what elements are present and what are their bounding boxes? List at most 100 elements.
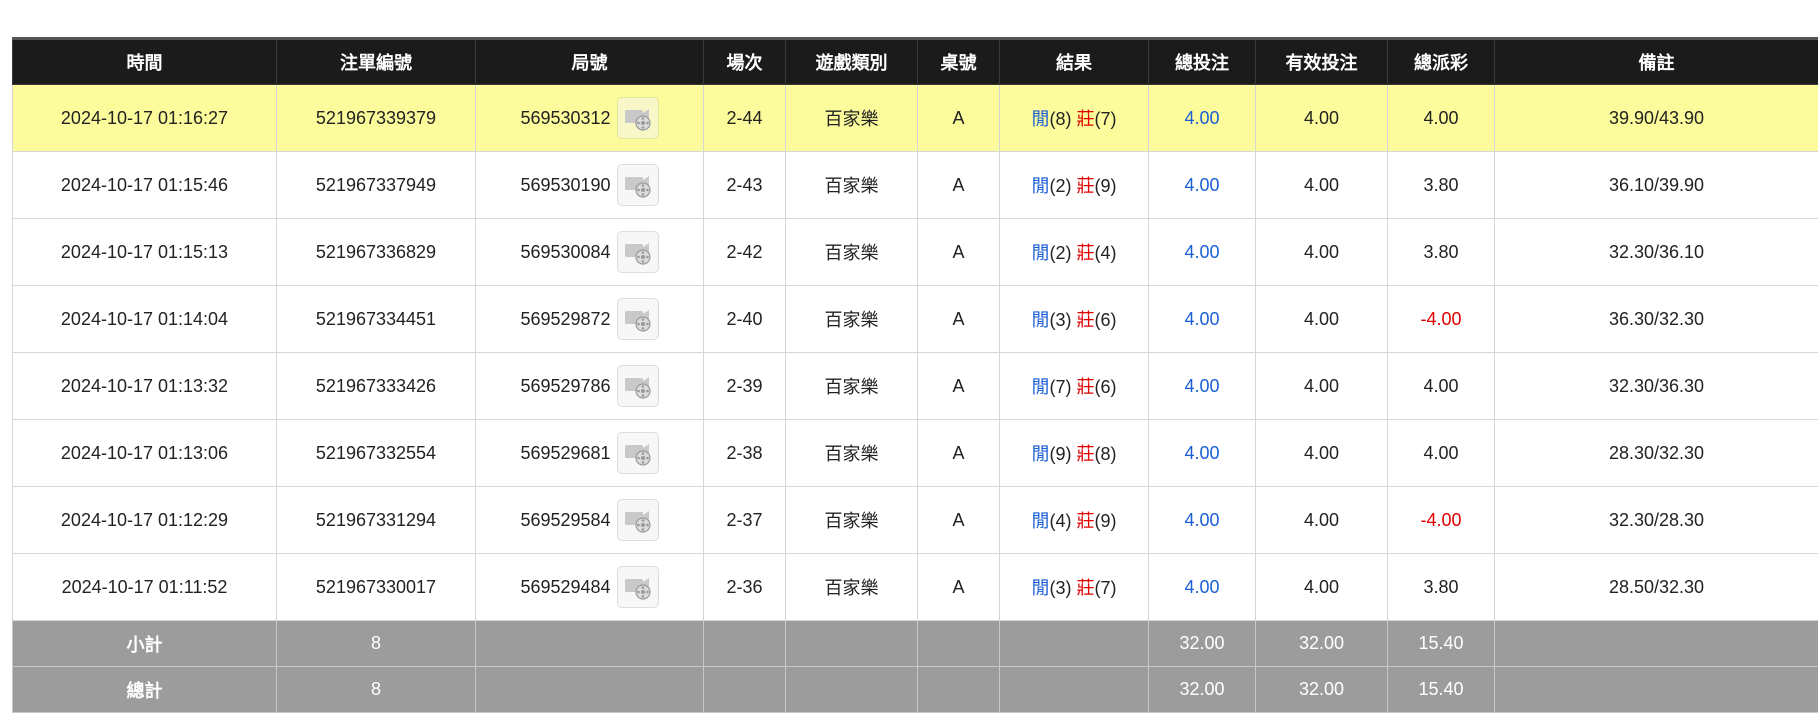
table-no: A (917, 553, 1000, 621)
subtotal-empty (999, 620, 1149, 667)
round-cell: 569529872 (475, 285, 704, 353)
game-type: 百家樂 (785, 218, 918, 286)
result-player-label: 閒 (1031, 377, 1050, 397)
replay-video-icon[interactable] (616, 164, 659, 206)
result-cell: 閒(9) 莊(8) (999, 419, 1149, 487)
table-row: 2024-10-17 01:15:13 521967336829 5695300… (12, 218, 1818, 286)
col-header-order-id: 注單編號 (276, 37, 476, 85)
result-cell: 閒(7) 莊(6) (999, 352, 1149, 420)
result-cell: 閒(3) 莊(7) (999, 553, 1149, 621)
grand-total-count: 8 (276, 666, 476, 713)
result-player-label: 閒 (1031, 243, 1050, 263)
bet-time: 2024-10-17 01:16:27 (12, 84, 277, 152)
result-cell: 閒(4) 莊(9) (999, 486, 1149, 554)
subtotal-label: 小計 (12, 620, 277, 667)
order-id: 521967334451 (276, 285, 476, 353)
result-banker-label: 莊 (1076, 109, 1095, 129)
table-row: 2024-10-17 01:13:06 521967332554 5695296… (12, 419, 1818, 487)
col-header-game-type: 遊戲類別 (785, 37, 918, 85)
result-player-score: (2) (1049, 176, 1072, 196)
result-player-label: 閒 (1031, 176, 1050, 196)
col-header-result: 結果 (999, 37, 1149, 85)
result-player-score: (8) (1049, 109, 1072, 129)
valid-bet: 4.00 (1255, 486, 1388, 554)
result-player-label: 閒 (1031, 109, 1050, 129)
total-bet: 4.00 (1148, 218, 1256, 286)
replay-video-icon[interactable] (616, 566, 659, 608)
round-cell: 569529584 (475, 486, 704, 554)
total-bet: 4.00 (1148, 151, 1256, 219)
bet-time: 2024-10-17 01:15:46 (12, 151, 277, 219)
note: 36.30/32.30 (1494, 285, 1818, 353)
result-banker-score: (8) (1094, 444, 1117, 464)
order-id: 521967333426 (276, 352, 476, 420)
table-row: 2024-10-17 01:12:29 521967331294 5695295… (12, 486, 1818, 554)
total-payout: 3.80 (1387, 218, 1495, 286)
replay-video-icon[interactable] (616, 365, 659, 407)
order-id: 521967330017 (276, 553, 476, 621)
total-bet: 4.00 (1148, 553, 1256, 621)
round-id: 569529872 (520, 308, 611, 329)
subtotal-count: 8 (276, 620, 476, 667)
subtotal-empty (1494, 620, 1818, 667)
result-player-score: (2) (1049, 243, 1072, 263)
col-header-valid-bet: 有效投注 (1255, 37, 1388, 85)
result-banker-score: (9) (1094, 511, 1117, 531)
note: 28.30/32.30 (1494, 419, 1818, 487)
note: 32.30/36.30 (1494, 352, 1818, 420)
result-player-score: (7) (1049, 377, 1072, 397)
subtotal-empty (785, 620, 918, 667)
round-cell: 569529786 (475, 352, 704, 420)
total-payout: -4.00 (1387, 486, 1495, 554)
total-payout: -4.00 (1387, 285, 1495, 353)
total-payout: 4.00 (1387, 419, 1495, 487)
session-no: 2-39 (703, 352, 786, 420)
replay-video-icon[interactable] (616, 97, 659, 139)
game-type: 百家樂 (785, 84, 918, 152)
round-id: 569529484 (520, 576, 611, 597)
result-banker-score: (7) (1094, 109, 1117, 129)
game-type: 百家樂 (785, 553, 918, 621)
bet-time: 2024-10-17 01:13:06 (12, 419, 277, 487)
game-type: 百家樂 (785, 352, 918, 420)
grand-total-empty (999, 666, 1149, 713)
game-type: 百家樂 (785, 486, 918, 554)
bet-time: 2024-10-17 01:12:29 (12, 486, 277, 554)
result-banker-score: (4) (1094, 243, 1117, 263)
result-banker-label: 莊 (1076, 511, 1095, 531)
grand-total-empty (703, 666, 786, 713)
grand-total-empty (917, 666, 1000, 713)
subtotal-empty (917, 620, 1000, 667)
subtotal-empty (475, 620, 704, 667)
table-no: A (917, 419, 1000, 487)
session-no: 2-37 (703, 486, 786, 554)
replay-video-icon[interactable] (616, 432, 659, 474)
order-id: 521967332554 (276, 419, 476, 487)
round-id: 569530084 (520, 241, 611, 262)
replay-video-icon[interactable] (616, 499, 659, 541)
session-no: 2-36 (703, 553, 786, 621)
result-banker-score: (6) (1094, 310, 1117, 330)
result-player-score: (3) (1049, 578, 1072, 598)
subtotal-total-bet: 32.00 (1148, 620, 1256, 667)
round-id: 569529786 (520, 375, 611, 396)
total-payout: 3.80 (1387, 553, 1495, 621)
replay-video-icon[interactable] (616, 298, 659, 340)
grand-total-total-bet: 32.00 (1148, 666, 1256, 713)
note: 28.50/32.30 (1494, 553, 1818, 621)
table-no: A (917, 84, 1000, 152)
col-header-time: 時間 (12, 37, 277, 85)
note: 36.10/39.90 (1494, 151, 1818, 219)
total-bet: 4.00 (1148, 285, 1256, 353)
result-player-score: (4) (1049, 511, 1072, 531)
round-cell: 569530190 (475, 151, 704, 219)
round-id: 569530190 (520, 174, 611, 195)
session-no: 2-43 (703, 151, 786, 219)
result-banker-label: 莊 (1076, 310, 1095, 330)
order-id: 521967339379 (276, 84, 476, 152)
grand-total-empty (1494, 666, 1818, 713)
replay-video-icon[interactable] (616, 231, 659, 273)
total-bet: 4.00 (1148, 84, 1256, 152)
bet-history-table: 時間 注單編號 局號 場次 遊戲類別 桌號 結果 總投注 有效投注 總派彩 備註… (12, 37, 1818, 713)
total-payout: 4.00 (1387, 84, 1495, 152)
